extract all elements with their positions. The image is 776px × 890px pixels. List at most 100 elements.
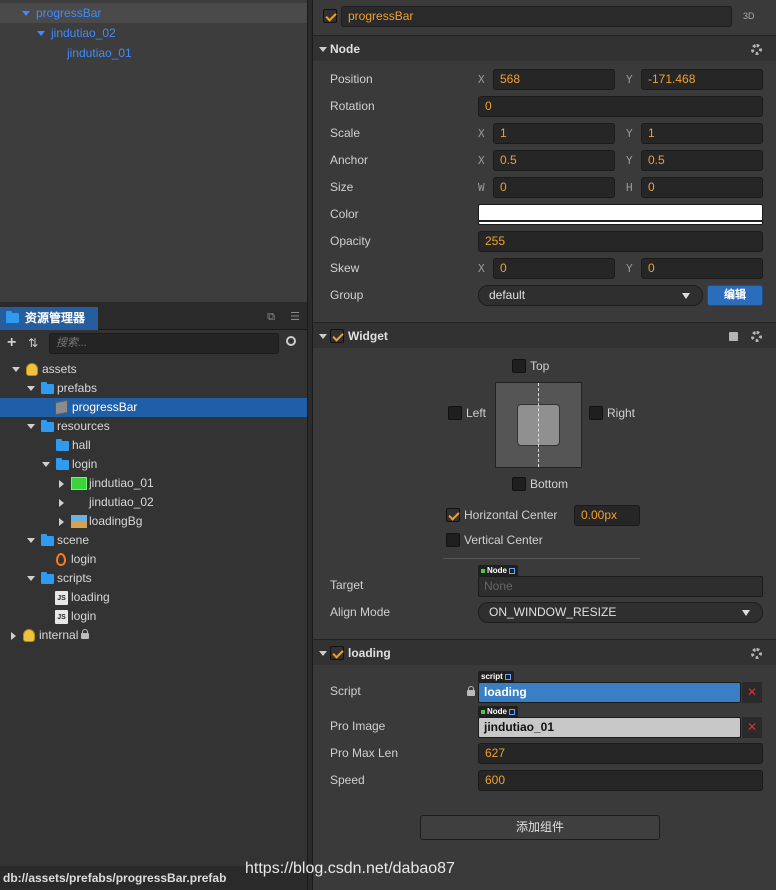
anchor-x-input[interactable]: 0.5 bbox=[493, 150, 615, 171]
sort-icon[interactable]: ⇅ bbox=[28, 336, 38, 350]
asset-item-scripts[interactable]: scripts bbox=[0, 569, 307, 588]
edit-group-button[interactable]: 编辑 bbox=[707, 285, 763, 306]
watermark: https://blog.csdn.net/dabao87 bbox=[245, 860, 455, 877]
tag-label: Node bbox=[487, 707, 507, 716]
align-mode-select[interactable]: ON_WINDOW_RESIZE bbox=[478, 602, 763, 623]
asset-item-scene[interactable]: scene bbox=[0, 531, 307, 550]
pro-max-len-input[interactable]: 627 bbox=[478, 743, 763, 764]
opacity-input[interactable]: 255 bbox=[478, 231, 763, 252]
chevron-right-icon[interactable] bbox=[59, 498, 64, 507]
chevron-right-icon[interactable] bbox=[11, 631, 16, 640]
asset-item-prefabs[interactable]: prefabs bbox=[0, 379, 307, 398]
position-x-input[interactable]: 568 bbox=[493, 69, 615, 90]
node-tree-item-jindutiao-02[interactable]: jindutiao_02 bbox=[37, 24, 116, 43]
rotation-label: Rotation bbox=[330, 99, 375, 113]
chevron-down-icon[interactable] bbox=[27, 576, 35, 582]
tab-asset-manager[interactable]: 资源管理器 bbox=[0, 307, 98, 330]
scale-y-input[interactable]: 1 bbox=[641, 123, 763, 144]
anchor-y-input[interactable]: 0.5 bbox=[641, 150, 763, 171]
gear-icon[interactable] bbox=[751, 44, 762, 55]
align-right-checkbox[interactable] bbox=[589, 406, 603, 420]
chevron-down-icon[interactable] bbox=[319, 47, 327, 52]
script-type-tag: script bbox=[478, 671, 514, 682]
loading-section-header[interactable]: loading bbox=[313, 639, 776, 665]
chevron-right-icon[interactable] bbox=[59, 479, 64, 488]
popout-icon[interactable]: ⧉ bbox=[265, 311, 277, 323]
position-y-input[interactable]: -171.468 bbox=[641, 69, 763, 90]
asset-item-label: loading bbox=[71, 590, 110, 604]
3d-toggle[interactable]: 3D bbox=[743, 11, 755, 21]
align-left-checkbox[interactable] bbox=[448, 406, 462, 420]
remove-pro-image-button[interactable]: ✕ bbox=[742, 717, 762, 738]
chevron-right-icon[interactable] bbox=[59, 517, 64, 526]
horizontal-center-checkbox[interactable] bbox=[446, 508, 460, 522]
chevron-down-icon[interactable] bbox=[12, 367, 20, 373]
chevron-down-icon[interactable] bbox=[319, 651, 327, 656]
chevron-down-icon[interactable] bbox=[27, 538, 35, 544]
group-label: Group bbox=[330, 288, 364, 302]
speed-input[interactable]: 600 bbox=[478, 770, 763, 791]
asset-item-jindutiao-01[interactable]: jindutiao_01 bbox=[0, 474, 307, 493]
loading-enabled-checkbox[interactable] bbox=[330, 646, 344, 660]
asset-item-jindutiao-02[interactable]: jindutiao_02 bbox=[0, 493, 307, 512]
node-tree-item-jindutiao-01[interactable]: jindutiao_01 bbox=[67, 44, 132, 63]
color-picker[interactable] bbox=[478, 204, 763, 225]
image-icon bbox=[71, 515, 87, 529]
horizontal-center-label: Horizontal Center bbox=[464, 508, 558, 522]
section-title: loading bbox=[348, 646, 391, 660]
asset-item-label: internal bbox=[39, 628, 79, 642]
asset-item-assets[interactable]: assets bbox=[0, 360, 307, 379]
position-label: Position bbox=[330, 72, 373, 86]
widget-enabled-checkbox[interactable] bbox=[330, 329, 344, 343]
skew-x-input[interactable]: 0 bbox=[493, 258, 615, 279]
asset-item-login-scene[interactable]: login bbox=[0, 550, 307, 569]
node-name-input[interactable]: progressBar bbox=[341, 6, 732, 27]
search-input[interactable]: 搜索... bbox=[49, 333, 279, 354]
asset-item-internal[interactable]: internal bbox=[0, 626, 307, 645]
add-component-button[interactable]: 添加组件 bbox=[420, 815, 660, 840]
asset-toolbar: + ⇅ 搜索... bbox=[0, 331, 307, 359]
gear-icon[interactable] bbox=[751, 331, 762, 342]
node-section-header[interactable]: Node bbox=[313, 35, 776, 61]
asset-item-hall[interactable]: hall bbox=[0, 436, 307, 455]
align-bottom-checkbox[interactable] bbox=[512, 477, 526, 491]
chevron-down-icon[interactable] bbox=[42, 462, 50, 468]
add-icon[interactable]: + bbox=[7, 335, 16, 351]
size-label: Size bbox=[330, 180, 354, 194]
search-icon[interactable] bbox=[286, 336, 296, 346]
node-active-checkbox[interactable] bbox=[323, 9, 337, 23]
group-select[interactable]: default bbox=[478, 285, 703, 306]
vertical-center-checkbox[interactable] bbox=[446, 533, 460, 547]
script-field[interactable]: loading bbox=[478, 682, 741, 703]
asset-item-label: hall bbox=[72, 438, 91, 452]
chevron-down-icon[interactable] bbox=[22, 11, 30, 17]
asset-item-login-folder[interactable]: login bbox=[0, 455, 307, 474]
remove-script-button[interactable]: ✕ bbox=[742, 682, 762, 703]
widget-section-header[interactable]: Widget bbox=[313, 322, 776, 348]
align-top-checkbox[interactable] bbox=[512, 359, 526, 373]
chevron-down-icon[interactable] bbox=[27, 386, 35, 392]
asset-item-loadingbg[interactable]: loadingBg bbox=[0, 512, 307, 531]
size-height-input[interactable]: 0 bbox=[641, 177, 763, 198]
scale-x-input[interactable]: 1 bbox=[493, 123, 615, 144]
asset-item-loading-script[interactable]: JS loading bbox=[0, 588, 307, 607]
chevron-down-icon[interactable] bbox=[37, 31, 45, 37]
gear-icon[interactable] bbox=[751, 648, 762, 659]
chevron-down-icon[interactable] bbox=[27, 424, 35, 430]
asset-item-progressbar[interactable]: progressBar bbox=[0, 398, 307, 417]
skew-y-input[interactable]: 0 bbox=[641, 258, 763, 279]
asset-item-resources[interactable]: resources bbox=[0, 417, 307, 436]
rotation-input[interactable]: 0 bbox=[478, 96, 763, 117]
horizontal-center-input[interactable]: 0.00px bbox=[574, 505, 640, 526]
pro-image-field[interactable]: jindutiao_01 bbox=[478, 717, 741, 738]
menu-icon[interactable]: ☰ bbox=[289, 311, 301, 323]
asset-item-login-script[interactable]: JS login bbox=[0, 607, 307, 626]
target-field[interactable]: None bbox=[478, 576, 763, 597]
book-icon[interactable] bbox=[729, 332, 738, 341]
size-width-input[interactable]: 0 bbox=[493, 177, 615, 198]
node-tree-item-progressbar[interactable]: progressBar bbox=[22, 4, 101, 23]
skew-label: Skew bbox=[330, 261, 360, 275]
chevron-down-icon[interactable] bbox=[319, 334, 327, 339]
folder-icon bbox=[41, 381, 54, 394]
asset-item-label: login bbox=[72, 457, 98, 471]
